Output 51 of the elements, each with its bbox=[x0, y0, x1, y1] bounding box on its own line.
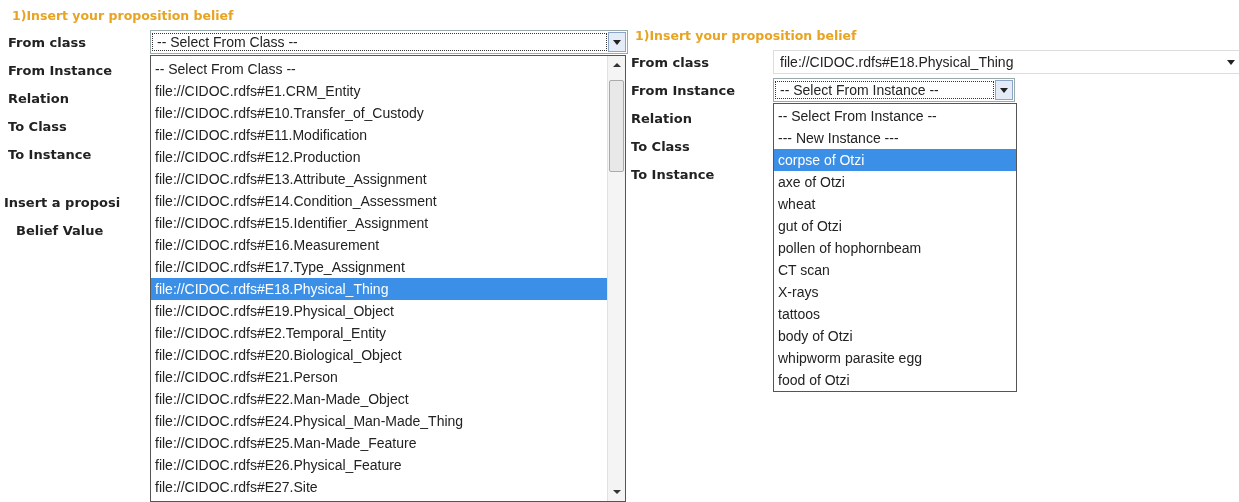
dropdown-option[interactable]: file://CIDOC.rdfs#E19.Physical_Object bbox=[151, 300, 607, 322]
dropdown-option[interactable]: file://CIDOC.rdfs#E22.Man-Made_Object bbox=[151, 388, 607, 410]
dropdown-option[interactable]: file://CIDOC.rdfs#E25.Man-Made_Feature bbox=[151, 432, 607, 454]
class-select[interactable]: -- Select From Class -- bbox=[150, 30, 628, 54]
dropdown-option[interactable]: -- Select From Instance -- bbox=[774, 105, 1016, 127]
field-label: Belief Value bbox=[16, 222, 105, 238]
class-select[interactable]: file://CIDOC.rdfs#E18.Physical_Thing bbox=[773, 50, 1239, 74]
dropdown-option[interactable]: file://CIDOC.rdfs#E16.Measurement bbox=[151, 234, 607, 256]
section-label: Insert a proposi bbox=[4, 194, 121, 210]
dropdown-option[interactable]: file://CIDOC.rdfs#E11.Modification bbox=[151, 124, 607, 146]
section-title: 1)Insert your proposition belief bbox=[11, 8, 235, 24]
section-title: 1)Insert your proposition belief bbox=[634, 28, 858, 44]
dropdown-option[interactable]: file://CIDOC.rdfs#E13.Attribute_Assignment bbox=[151, 168, 607, 190]
field-label: From class bbox=[8, 34, 87, 50]
dropdown-option[interactable]: body of Otzi bbox=[774, 325, 1016, 347]
dropdown-option[interactable]: file://CIDOC.rdfs#E26.Physical_Feature bbox=[151, 454, 607, 476]
dropdown-option[interactable]: file://CIDOC.rdfs#E1.CRM_Entity bbox=[151, 80, 607, 102]
dropdown-option[interactable]: X-rays bbox=[774, 281, 1016, 303]
dropdown-option[interactable]: CT scan bbox=[774, 259, 1016, 281]
dropdown-option[interactable]: tattoos bbox=[774, 303, 1016, 325]
caret-icon bbox=[1226, 58, 1236, 66]
dropdown-option[interactable]: file://CIDOC.rdfs#E21.Person bbox=[151, 366, 607, 388]
field-label: To Instance bbox=[631, 166, 716, 182]
field-label: From Instance bbox=[8, 62, 114, 78]
field-label: To Class bbox=[8, 118, 68, 134]
dropdown-option[interactable]: file://CIDOC.rdfs#E17.Type_Assignment bbox=[151, 256, 607, 278]
dropdown-option[interactable]: wheat bbox=[774, 193, 1016, 215]
field-label: Relation bbox=[8, 90, 70, 106]
field-label: From class bbox=[631, 54, 710, 70]
dropdown-option[interactable]: file://CIDOC.rdfs#E20.Biological_Object bbox=[151, 344, 607, 366]
dropdown-option[interactable]: food of Otzi bbox=[774, 369, 1016, 391]
dropdown-option[interactable]: file://CIDOC.rdfs#E14.Condition_Assessment bbox=[151, 190, 607, 212]
field-label: To Class bbox=[631, 138, 691, 154]
dropdown-option[interactable]: -- Select From Class -- bbox=[151, 58, 607, 80]
scrollbar[interactable] bbox=[607, 56, 625, 501]
field-label: To Instance bbox=[8, 146, 93, 162]
dropdown-option[interactable]: pollen of hophornbeam bbox=[774, 237, 1016, 259]
dropdown-option[interactable]: --- New Instance --- bbox=[774, 127, 1016, 149]
dropdown-option[interactable]: file://CIDOC.rdfs#E27.Site bbox=[151, 476, 607, 498]
field-label: From Instance bbox=[631, 82, 737, 98]
dropdown-option[interactable]: whipworm parasite egg bbox=[774, 347, 1016, 369]
dropdown-option[interactable]: file://CIDOC.rdfs#E15.Identifier_Assignment bbox=[151, 212, 607, 234]
scrollbar-thumb[interactable] bbox=[609, 80, 624, 172]
dropdown-option[interactable]: file://CIDOC.rdfs#E2.Temporal_Entity bbox=[151, 322, 607, 344]
dropdown-option[interactable]: file://CIDOC.rdfs#E24.Physical_Man-Made_Thing bbox=[151, 410, 607, 432]
dropdown-option[interactable]: gut of Otzi bbox=[774, 215, 1016, 237]
dropdown-option[interactable]: axe of Otzi bbox=[774, 171, 1016, 193]
dropdown-option[interactable]: file://CIDOC.rdfs#E10.Transfer_of_Custody bbox=[151, 102, 607, 124]
dropdown-option[interactable]: file://CIDOC.rdfs#E12.Production bbox=[151, 146, 607, 168]
instance-select[interactable]: -- Select From Instance -- bbox=[773, 78, 1015, 102]
field-label: Relation bbox=[631, 110, 693, 126]
